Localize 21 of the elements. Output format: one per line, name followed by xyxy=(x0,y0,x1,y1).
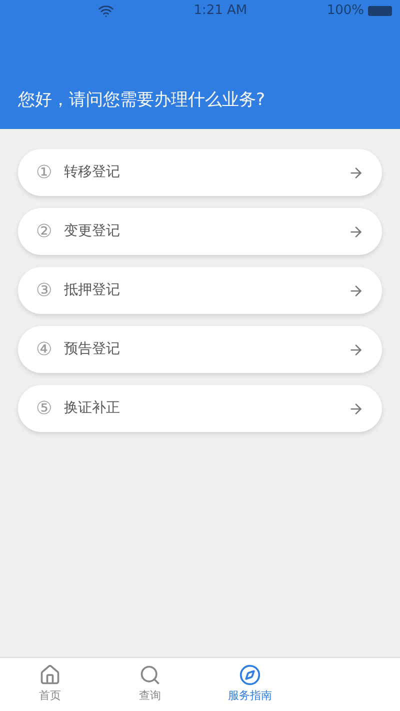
wifi-icon xyxy=(98,3,114,19)
service-item[interactable]: ③ 抵押登记 xyxy=(18,267,382,314)
battery-icon xyxy=(368,6,392,16)
page-title: 您好，请问您需要办理什么业务? xyxy=(18,88,266,112)
arrow-icon xyxy=(348,342,364,358)
tab-item[interactable]: 查询 xyxy=(100,658,200,711)
search-icon xyxy=(139,664,161,686)
service-item[interactable]: ④ 预告登记 xyxy=(18,326,382,373)
arrow-icon xyxy=(348,282,364,298)
home-icon xyxy=(39,664,61,686)
compass-icon xyxy=(239,664,261,686)
service-item[interactable]: ⑤ 换证补正 xyxy=(18,385,382,432)
arrow-icon xyxy=(348,224,364,240)
service-item[interactable]: ② 变更登记 xyxy=(18,208,382,255)
service-item[interactable]: ① 转移登记 xyxy=(18,149,382,196)
tab-item[interactable]: 服务指南 xyxy=(200,658,300,711)
status-time: 1:21 AM xyxy=(194,2,248,20)
arrow-icon xyxy=(348,164,364,180)
arrow-icon xyxy=(348,400,364,416)
battery-level: 100% xyxy=(326,2,364,20)
tab-item[interactable]: 首页 xyxy=(0,658,100,711)
